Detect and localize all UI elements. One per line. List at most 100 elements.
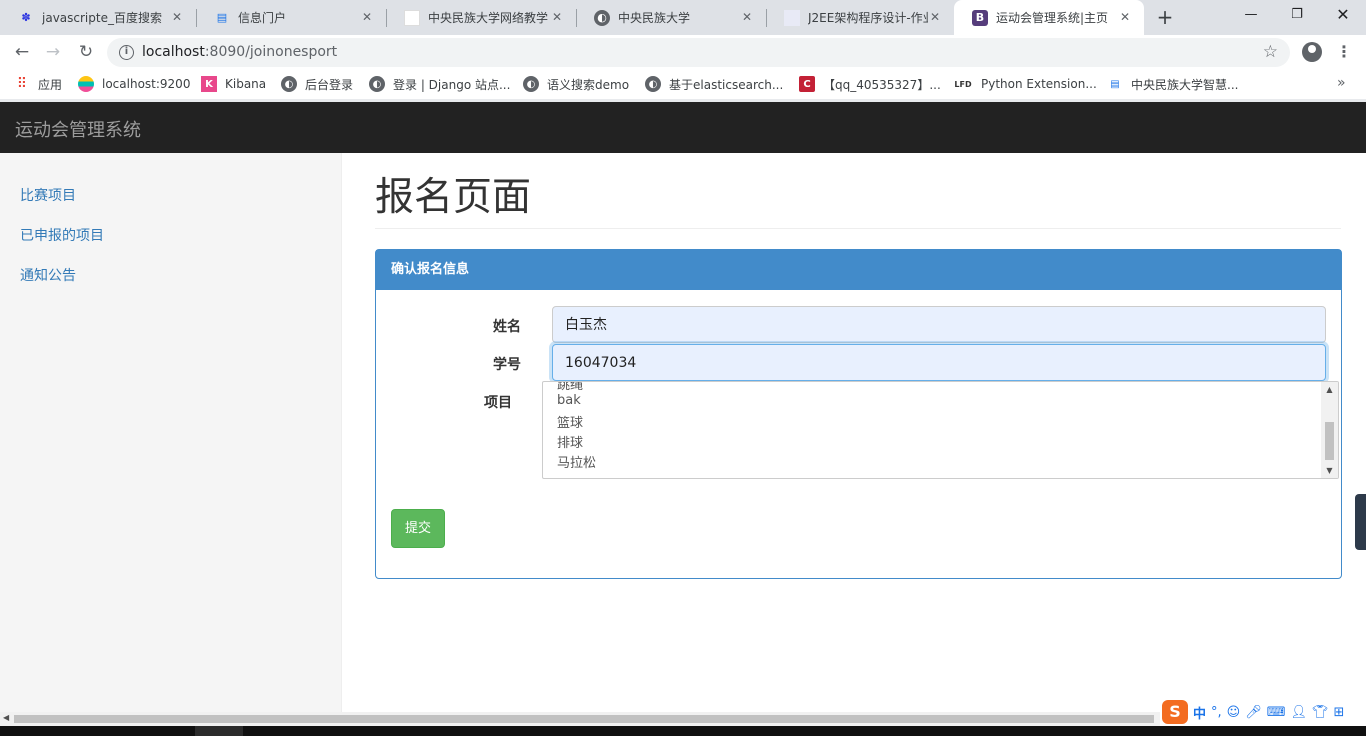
select-scrollbar[interactable]: ▲ ▼ (1321, 382, 1338, 478)
bookmark-elasticsearch[interactable]: ◐ 基于elasticsearch... (645, 75, 783, 93)
sidebar-item-events[interactable]: 比赛项目 (20, 185, 76, 205)
bookmark-csdn[interactable]: C 【qq_40535327】... (799, 75, 941, 93)
sogou-logo-icon[interactable]: S (1162, 700, 1188, 724)
student-id-label: 学号 (493, 357, 521, 373)
browser-toolbar: ← → ↻ i localhost:8090/joinonesport ☆ (0, 35, 1366, 70)
page-title: 报名页面 (375, 175, 532, 220)
globe-icon: ◐ (645, 76, 661, 92)
student-id-field[interactable]: 16047034 (552, 344, 1326, 381)
bookmark-label: 登录 | Django 站点... (393, 77, 511, 92)
bookmark-label: 中央民族大学智慧... (1131, 77, 1239, 92)
tab-muc[interactable]: ◐ 中央民族大学 ✕ (576, 0, 766, 35)
tab-title: 中央民族大学 (618, 11, 691, 25)
bookmark-label: Kibana (225, 77, 267, 91)
forward-arrow-icon[interactable]: → (41, 40, 65, 64)
sidebar-item-announcements[interactable]: 通知公告 (20, 265, 76, 285)
bookmark-localhost-9200[interactable]: localhost:9200 (78, 75, 190, 93)
select-option[interactable]: 篮球 (557, 412, 583, 431)
tab-title: 中央民族大学网络教学 (428, 11, 548, 25)
url-text: localhost:8090/joinonesport (142, 44, 337, 60)
name-label: 姓名 (493, 319, 521, 335)
bookmark-django-login[interactable]: ◐ 登录 | Django 站点... (369, 75, 510, 93)
blank-page-icon (404, 9, 420, 26)
toolbox-grid-icon[interactable]: ⊞ (1334, 705, 1345, 720)
select-option[interactable]: bak (557, 393, 581, 408)
microphone-icon[interactable]: 🎤︎ (1245, 705, 1262, 720)
profile-avatar-icon[interactable] (1302, 42, 1322, 62)
bookmark-label: 语义搜索demo (547, 77, 630, 92)
submit-button[interactable]: 提交 (391, 509, 445, 548)
project-label: 项目 (484, 395, 512, 411)
window-close-icon[interactable]: ✕ (1320, 0, 1366, 30)
bookmark-label: 后台登录 (305, 77, 354, 92)
globe-icon: ◐ (281, 76, 297, 92)
bookmark-semantic-search[interactable]: ◐ 语义搜索demo (523, 75, 629, 93)
globe-icon: ◐ (369, 76, 385, 92)
tab-j2ee-homework[interactable]: J2EE架构程序设计-作业 ✕ (766, 0, 954, 35)
ime-toolbar: S 中 °, ☺ 🎤︎ ⌨ 👤︎ 👕︎ ⊞ (1160, 698, 1366, 726)
project-select[interactable]: 跳绳 bak 篮球 排球 马拉松 ▲ ▼ (542, 381, 1339, 479)
user-icon[interactable]: 👤︎ (1291, 705, 1308, 720)
bookmarks-overflow-icon[interactable]: » (1337, 75, 1346, 91)
site-info-icon[interactable]: i (119, 45, 134, 60)
tab-sports-meeting[interactable]: B 运动会管理系统|主页 ✕ (954, 0, 1144, 35)
tab-baidu-search[interactable]: ✽ javascripte_百度搜索 ✕ (0, 0, 196, 35)
emoji-icon[interactable]: ☺ (1227, 705, 1241, 720)
keyboard-icon[interactable]: ⌨ (1267, 705, 1286, 720)
kibana-icon: K (201, 76, 217, 92)
close-icon[interactable]: ✕ (928, 10, 942, 24)
panel-title: 确认报名信息 (376, 250, 1341, 290)
bookmark-label: 应用 (38, 77, 63, 92)
close-icon[interactable]: ✕ (740, 10, 754, 24)
scroll-left-arrow-icon[interactable]: ◀ (3, 713, 9, 722)
ime-punctuation[interactable]: °, (1211, 705, 1222, 720)
taskbar-active-app[interactable] (195, 726, 243, 736)
skin-shirt-icon[interactable]: 👕︎ (1312, 705, 1329, 720)
scrollbar-thumb[interactable] (14, 715, 1154, 723)
ime-mode[interactable]: 中 (1193, 703, 1206, 722)
bookmark-kibana[interactable]: K Kibana (201, 75, 266, 93)
browser-menu-icon[interactable]: ⋮ (1336, 42, 1352, 62)
message-icon: ▤ (1110, 78, 1120, 90)
main-content: 报名页面 确认报名信息 姓名 白玉杰 学号 16047034 项目 跳绳 bak… (342, 153, 1366, 712)
bookmark-admin-login[interactable]: ◐ 后台登录 (281, 75, 353, 93)
tab-strip: ✽ javascripte_百度搜索 ✕ ▤ 信息门户 ✕ 中央民族大学网络教学… (0, 0, 1366, 35)
select-option[interactable]: 排球 (557, 432, 583, 451)
bookmark-apps[interactable]: ⠿ 应用 (14, 75, 62, 93)
minimize-icon[interactable]: — (1228, 0, 1274, 30)
tab-info-portal[interactable]: ▤ 信息门户 ✕ (196, 0, 386, 35)
bootstrap-icon: B (972, 9, 988, 26)
restore-icon[interactable]: ❐ (1274, 0, 1320, 30)
reload-icon[interactable]: ↻ (74, 40, 98, 64)
bookmark-star-icon[interactable]: ☆ (1263, 42, 1278, 62)
page-icon (784, 9, 800, 26)
bookmark-python-extension[interactable]: LFD Python Extension... (953, 75, 1097, 93)
tab-title: 信息门户 (238, 11, 287, 25)
registration-panel: 确认报名信息 姓名 白玉杰 学号 16047034 项目 跳绳 bak 篮球 排… (375, 249, 1342, 579)
close-icon[interactable]: ✕ (1118, 10, 1132, 24)
bookmark-label: 基于elasticsearch... (669, 77, 784, 92)
globe-icon: ◐ (523, 76, 539, 92)
app-brand[interactable]: 运动会管理系统 (15, 116, 141, 142)
scroll-up-arrow-icon[interactable]: ▲ (1321, 382, 1338, 397)
url-path: :8090/joinonesport (204, 44, 338, 60)
bookmarks-bar: ⠿ 应用 localhost:9200 K Kibana ◐ 后台登录 ◐ 登录… (0, 70, 1366, 99)
sidebar-item-registered-events[interactable]: 已申报的项目 (20, 225, 104, 245)
scrollbar-thumb[interactable] (1325, 422, 1334, 460)
new-tab-plus-icon[interactable]: + (1154, 7, 1176, 29)
side-widget-handle[interactable] (1355, 494, 1366, 550)
tab-muc-elearning[interactable]: 中央民族大学网络教学 ✕ (386, 0, 576, 35)
bookmark-label: Python Extension... (981, 77, 1097, 91)
select-option[interactable]: 马拉松 (557, 452, 596, 471)
address-bar[interactable]: i localhost:8090/joinonesport ☆ (107, 38, 1290, 67)
bookmark-muc-smart[interactable]: ▤ 中央民族大学智慧... (1107, 75, 1238, 93)
close-icon[interactable]: ✕ (170, 10, 184, 24)
close-icon[interactable]: ✕ (550, 10, 564, 24)
name-field[interactable]: 白玉杰 (552, 306, 1326, 343)
back-arrow-icon[interactable]: ← (10, 40, 34, 64)
apps-grid-icon: ⠿ (16, 76, 28, 92)
scroll-down-arrow-icon[interactable]: ▼ (1321, 463, 1338, 478)
bookmark-label: 【qq_40535327】... (823, 77, 941, 92)
close-icon[interactable]: ✕ (360, 10, 374, 24)
select-option[interactable]: 跳绳 (557, 382, 583, 393)
